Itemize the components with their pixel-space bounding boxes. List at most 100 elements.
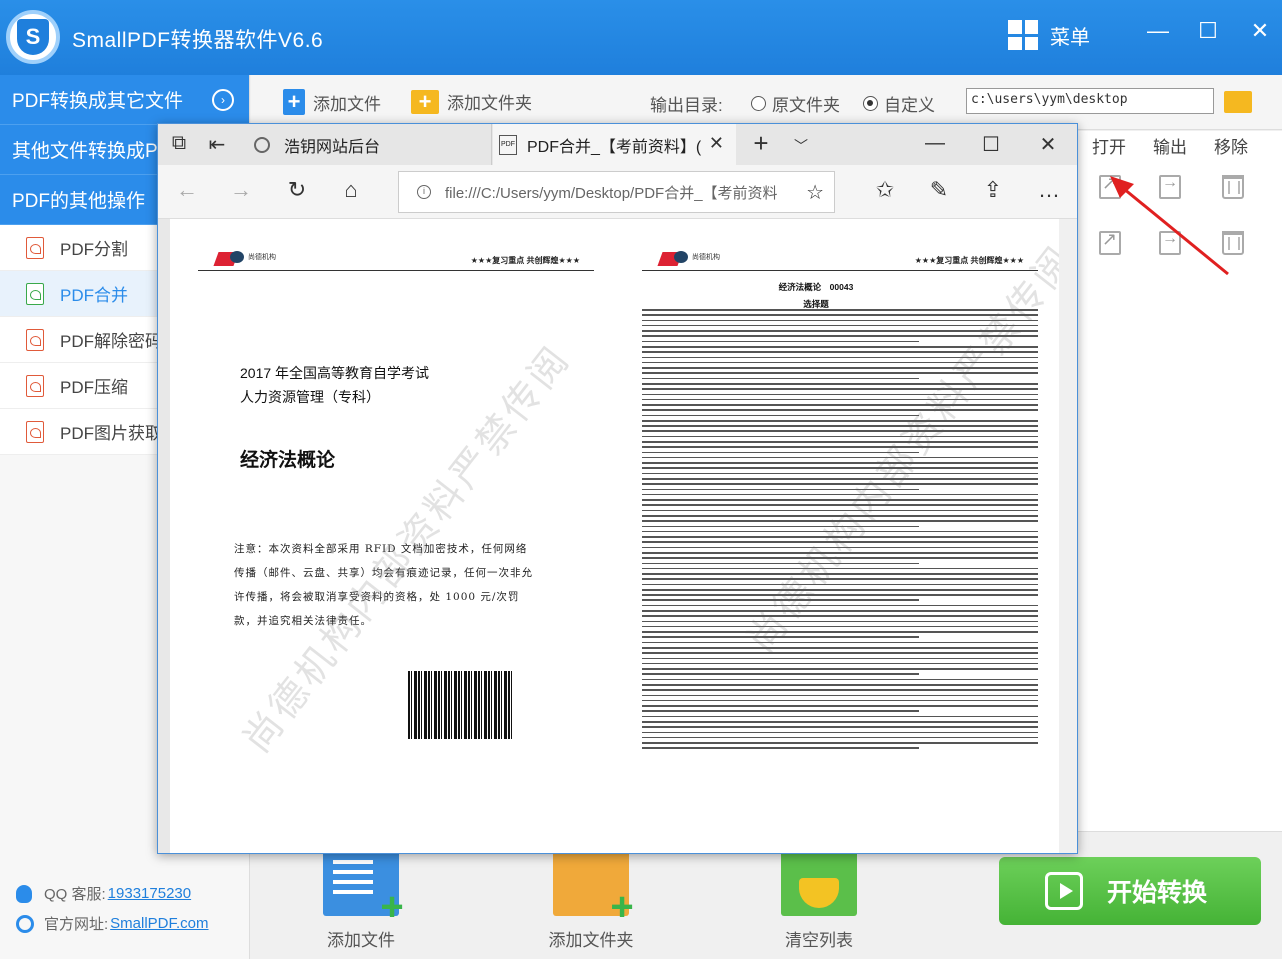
add-file-icon: + [283,89,305,115]
maximize-button[interactable]: ☐ [1193,18,1223,44]
text-line [642,710,920,712]
text-line [642,694,1038,697]
title-bar: S SmallPDF转换器软件V6.6 菜单 — ☐ ✕ [0,0,1282,75]
scrollbar[interactable] [1059,219,1077,853]
browser-icon [16,914,34,933]
browse-folder-icon[interactable] [1224,91,1252,113]
text-line [642,557,1038,559]
text-line [642,499,1038,501]
sidebar-section-pdf-to-other[interactable]: PDF转换成其它文件 › [0,75,249,125]
big-add-file-button[interactable]: + 添加文件 [286,850,436,951]
text-line [642,742,1038,744]
browser-window: ⧉ ⇤ 浩钥网站后台 PDF PDF合并_【考前资料】( ✕ + ﹀ — ☐ ✕… [157,123,1078,854]
site-link[interactable]: SmallPDF.com [110,915,208,932]
tab-overview-icon[interactable]: ⧉ [164,132,194,155]
sidebar-item-label: PDF图片获取 [60,424,162,443]
tab-aside-icon[interactable]: ⇤ [202,132,232,157]
text-line [642,620,1038,623]
qq-link[interactable]: 1933175230 [108,885,191,902]
header-tag: ★★★复习重点 共创辉煌★★★ [914,256,1024,265]
text-line [642,309,1038,311]
radio-icon [751,96,766,111]
chevron-down-icon[interactable]: ﹀ [786,136,816,156]
text-line [642,514,1038,517]
grid-icon [1008,20,1038,50]
tab-pdf-merge[interactable]: PDF PDF合并_【考前资料】( ✕ [493,124,736,165]
header-tag: ★★★复习重点 共创辉煌★★★ [470,256,580,265]
text-line [642,583,1038,586]
add-file-button[interactable]: + 添加文件 [283,89,381,115]
text-line [642,525,920,528]
text-line [642,615,1038,617]
share-icon[interactable]: ⇪ [978,177,1008,203]
barcode [408,671,512,739]
col-open: 打开 [1092,138,1126,157]
radio-custom[interactable]: 自定义 [863,91,935,116]
text-line [642,536,1038,538]
text-line [642,462,1038,464]
refresh-icon[interactable]: ↻ [282,177,312,203]
big-add-file-label: 添加文件 [327,931,395,950]
text-line [642,441,1038,443]
text-line [642,488,920,491]
big-add-folder-button[interactable]: + 添加文件夹 [516,850,666,951]
chevron-right-icon: › [212,89,234,111]
start-convert-label: 开始转换 [1107,879,1208,907]
text-line [642,435,1038,438]
text-line [642,736,1038,739]
favorite-star-icon[interactable]: ☆ [806,180,824,205]
browser-minimize-button[interactable]: — [920,132,950,155]
close-button[interactable]: ✕ [1245,18,1275,44]
text-line [642,647,1038,649]
text-line [642,562,920,565]
browser-maximize-button[interactable]: ☐ [976,132,1006,157]
text-line [642,705,1038,707]
text-line [642,319,1038,322]
text-line [642,472,1038,475]
text-line [642,673,920,675]
text-line [642,414,920,417]
start-convert-button[interactable]: 开始转换 [999,857,1261,925]
clear-list-label: 清空列表 [785,931,853,950]
text-line [642,409,1038,411]
forward-arrow-icon[interactable]: → [226,177,256,203]
text-line [642,726,1038,728]
text-line [642,678,1038,681]
home-icon[interactable]: ⌂ [336,177,366,203]
back-arrow-icon[interactable]: ← [172,177,202,203]
output-dir-label: 输出目录: [650,96,723,115]
browser-close-button[interactable]: ✕ [1033,132,1063,157]
text-line [642,345,1038,348]
red-arrow-annotation [1110,176,1229,276]
shield-icon: S [17,19,49,55]
text-line [642,731,1038,734]
more-icon[interactable]: … [1034,177,1064,203]
text-line [642,388,1038,390]
text-line [642,398,1038,401]
cover-title: 经济法概论 [240,450,336,471]
official-site: 官方网址: SmallPDF.com [16,913,209,934]
app-title: SmallPDF转换器软件V6.6 [72,29,324,52]
radio-source-folder[interactable]: 原文件夹 [751,91,840,116]
menu-button[interactable]: 菜单 [1008,20,1090,50]
pdf-file-icon [26,420,44,443]
text-line [642,636,920,639]
tab-close-icon[interactable]: ✕ [709,133,724,154]
favorites-list-icon[interactable]: ✩ [870,177,900,203]
text-line [642,657,1038,660]
add-folder-button[interactable]: + 添加文件夹 [411,89,532,114]
sidebar-item-label: PDF分割 [60,240,128,259]
tab-admin[interactable]: 浩钥网站后台 [240,124,492,165]
text-line [642,551,1038,554]
add-folder-large-icon: + [553,850,634,927]
address-bar[interactable]: i file:///C:/Users/yym/Desktop/PDF合并_【考前… [398,171,835,213]
clear-list-button[interactable]: 清空列表 [744,850,894,951]
minimize-button[interactable]: — [1143,18,1173,44]
pen-icon[interactable]: ✎ [924,177,954,203]
text-line [642,546,1038,549]
question-text-lines [642,309,1038,753]
new-tab-button[interactable]: + [746,128,776,159]
sidebar-item-label: PDF压缩 [60,378,128,397]
text-line [642,641,1038,644]
output-path-input[interactable]: c:\users\yym\desktop [966,88,1214,114]
